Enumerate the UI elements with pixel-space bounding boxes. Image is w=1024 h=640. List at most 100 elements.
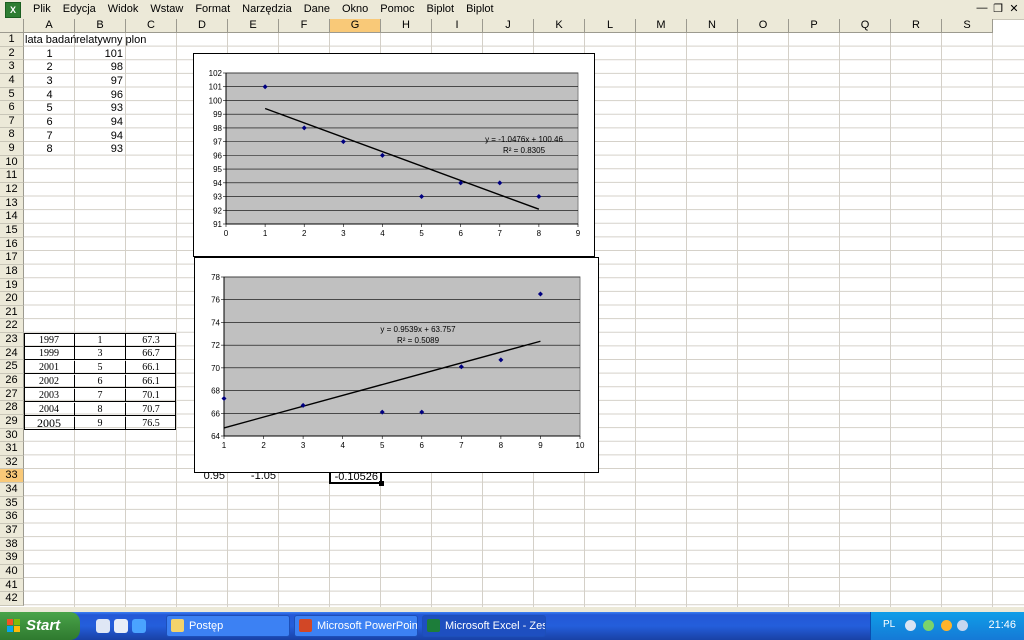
cell-a1[interactable]: lata badań bbox=[25, 34, 76, 47]
table2-cell-r24-c2[interactable]: 66.7 bbox=[126, 347, 176, 361]
column-header-s[interactable]: S bbox=[942, 19, 993, 33]
excel-app-icon[interactable]: X bbox=[5, 1, 21, 18]
menu-plik[interactable]: Plik bbox=[27, 0, 57, 19]
column-header-e[interactable]: E bbox=[228, 19, 279, 33]
column-header-i[interactable]: I bbox=[432, 19, 483, 33]
row-header-36[interactable]: 36 bbox=[0, 510, 24, 525]
column-header-b[interactable]: B bbox=[75, 19, 126, 33]
menu-narzedzia[interactable]: Narzędzia bbox=[236, 0, 298, 19]
cell-a3[interactable]: 2 bbox=[24, 61, 75, 74]
menu-wstaw[interactable]: Wstaw bbox=[144, 0, 189, 19]
row-header-22[interactable]: 22 bbox=[0, 319, 24, 334]
cell-b3[interactable]: 98 bbox=[75, 61, 123, 74]
column-header-c[interactable]: C bbox=[126, 19, 177, 33]
row-header-18[interactable]: 18 bbox=[0, 264, 24, 279]
row-header-35[interactable]: 35 bbox=[0, 496, 24, 511]
row-header-9[interactable]: 9 bbox=[0, 142, 24, 156]
row-header-30[interactable]: 30 bbox=[0, 428, 24, 443]
table2-cell-r26-c1[interactable]: 6 bbox=[75, 375, 126, 389]
column-header-r[interactable]: R bbox=[891, 19, 942, 33]
column-header-g[interactable]: G bbox=[330, 19, 381, 33]
row-header-11[interactable]: 11 bbox=[0, 169, 24, 184]
column-header-n[interactable]: N bbox=[687, 19, 738, 33]
table2-cell-r23-c1[interactable]: 1 bbox=[75, 333, 126, 347]
column-header-p[interactable]: P bbox=[789, 19, 840, 33]
cell-b5[interactable]: 96 bbox=[75, 89, 123, 102]
cell-b4[interactable]: 97 bbox=[75, 75, 123, 88]
row-header-4[interactable]: 4 bbox=[0, 73, 24, 88]
row-header-20[interactable]: 20 bbox=[0, 292, 24, 306]
row-header-1[interactable]: 1 bbox=[0, 33, 24, 47]
table2-cell-r29-c0[interactable]: 2005 bbox=[24, 416, 75, 430]
column-header-l[interactable]: L bbox=[585, 19, 636, 33]
minimize-icon[interactable]: — bbox=[976, 2, 988, 15]
row-header-6[interactable]: 6 bbox=[0, 101, 24, 115]
row-header-37[interactable]: 37 bbox=[0, 524, 24, 538]
menu-biplot-2[interactable]: Biplot bbox=[460, 0, 500, 19]
task-postep[interactable]: Postęp bbox=[166, 615, 290, 637]
table2-cell-r28-c1[interactable]: 8 bbox=[75, 402, 126, 416]
cell-b8[interactable]: 94 bbox=[75, 130, 123, 143]
menu-format[interactable]: Format bbox=[189, 0, 236, 19]
row-header-12[interactable]: 12 bbox=[0, 183, 24, 197]
row-header-24[interactable]: 24 bbox=[0, 346, 24, 361]
row-header-21[interactable]: 21 bbox=[0, 305, 24, 320]
column-header-h[interactable]: H bbox=[381, 19, 432, 33]
table2-cell-r25-c0[interactable]: 2001 bbox=[24, 361, 75, 375]
internet-explorer-icon[interactable] bbox=[132, 619, 146, 633]
table2-cell-r25-c1[interactable]: 5 bbox=[75, 361, 126, 375]
close-icon[interactable]: ✕ bbox=[1008, 2, 1020, 15]
cell-b1[interactable]: relatywny plon bbox=[76, 34, 146, 47]
cell-a5[interactable]: 4 bbox=[24, 89, 75, 102]
row-header-13[interactable]: 13 bbox=[0, 196, 24, 211]
row-header-14[interactable]: 14 bbox=[0, 210, 24, 224]
restore-icon[interactable]: ❐ bbox=[992, 2, 1004, 15]
row-header-17[interactable]: 17 bbox=[0, 251, 24, 265]
table2-cell-r28-c0[interactable]: 2004 bbox=[24, 402, 75, 416]
cell-b2[interactable]: 101 bbox=[75, 48, 123, 61]
row-header-3[interactable]: 3 bbox=[0, 60, 24, 74]
column-header-f[interactable]: F bbox=[279, 19, 330, 33]
table2-cell-r26-c0[interactable]: 2002 bbox=[24, 375, 75, 389]
row-header-31[interactable]: 31 bbox=[0, 442, 24, 456]
menu-widok[interactable]: Widok bbox=[102, 0, 145, 19]
row-header-42[interactable]: 42 bbox=[0, 592, 24, 606]
cell-a7[interactable]: 6 bbox=[24, 116, 75, 129]
table2-cell-r28-c2[interactable]: 70.7 bbox=[126, 403, 176, 416]
tray-icon-2[interactable] bbox=[923, 620, 934, 631]
table2-cell-r29-c2[interactable]: 76.5 bbox=[126, 417, 176, 430]
column-header-d[interactable]: D bbox=[177, 19, 228, 33]
cell-a9[interactable]: 8 bbox=[24, 143, 75, 156]
cell-b7[interactable]: 94 bbox=[75, 116, 123, 129]
cell-a4[interactable]: 3 bbox=[24, 75, 75, 88]
row-header-15[interactable]: 15 bbox=[0, 223, 24, 238]
scatter-chart-2[interactable]: 64 66 68 70 72 74 76 78 1 2 3 4 5 6 7 8 9 10 y = 0.9539x +… bbox=[194, 257, 599, 473]
tray-icon-1[interactable] bbox=[905, 620, 916, 631]
row-header-10[interactable]: 10 bbox=[0, 155, 24, 170]
row-header-41[interactable]: 41 bbox=[0, 578, 24, 593]
cell-b9[interactable]: 93 bbox=[75, 143, 123, 156]
row-header-23[interactable]: 23 bbox=[0, 333, 24, 347]
row-header-16[interactable]: 16 bbox=[0, 237, 24, 252]
row-header-28[interactable]: 28 bbox=[0, 401, 24, 415]
table2-cell-r27-c2[interactable]: 70.1 bbox=[126, 389, 176, 402]
column-header-a[interactable]: A bbox=[24, 19, 75, 33]
row-header-40[interactable]: 40 bbox=[0, 564, 24, 579]
table2-cell-r23-c2[interactable]: 67.3 bbox=[126, 334, 176, 347]
tray-icon-3[interactable] bbox=[941, 620, 952, 631]
row-header-39[interactable]: 39 bbox=[0, 551, 24, 565]
menu-okno[interactable]: Okno bbox=[336, 0, 374, 19]
menu-edycja[interactable]: Edycja bbox=[57, 0, 102, 19]
cell-a8[interactable]: 7 bbox=[24, 130, 75, 143]
table2-cell-r24-c0[interactable]: 1999 bbox=[24, 347, 75, 361]
select-all-corner[interactable] bbox=[0, 19, 24, 33]
row-header-33[interactable]: 33 bbox=[0, 469, 24, 484]
row-header-32[interactable]: 32 bbox=[0, 455, 24, 470]
cell-b6[interactable]: 93 bbox=[75, 102, 123, 115]
table2-cell-r27-c1[interactable]: 7 bbox=[75, 388, 126, 402]
language-indicator[interactable]: PL bbox=[883, 619, 895, 630]
cell-a2[interactable]: 1 bbox=[24, 48, 75, 61]
cell-a6[interactable]: 5 bbox=[24, 102, 75, 115]
scatter-chart-1[interactable]: 91 92 93 94 95 96 97 98 99 100 101 102 0 1 2 3 4 5 6 7 8 9 y =… bbox=[193, 53, 595, 257]
row-header-7[interactable]: 7 bbox=[0, 114, 24, 129]
